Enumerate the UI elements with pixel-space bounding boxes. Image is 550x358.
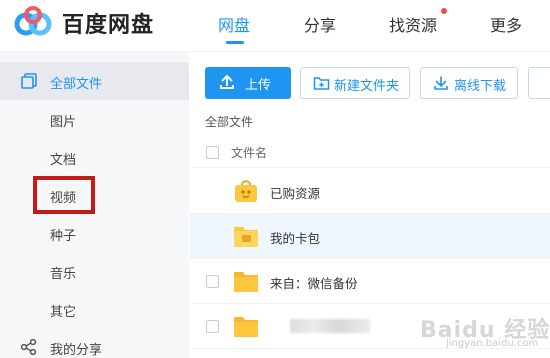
watermark-url: jingyan.baidu.com [446,338,539,349]
notification-dot [441,8,447,14]
sidebar-item-label: 全部文件 [50,77,103,92]
sidebar-item-label: 音乐 [50,267,77,282]
new-folder-label: 新建文件夹 [334,79,400,94]
folder-icon [234,272,258,292]
breadcrumb[interactable]: 全部文件 [205,113,253,130]
row-checkbox[interactable] [206,320,219,333]
sidebar-item-images[interactable]: 图片 [0,100,189,138]
blurred-file-name [290,319,370,333]
files-icon [21,73,37,89]
file-name[interactable]: 已购资源 [270,183,320,202]
file-list-header: 文件名 [190,138,550,168]
download-icon [434,76,448,90]
sidebar-item-my-shares[interactable]: 我的分享 [0,328,189,358]
file-row-purchased[interactable]: 已购资源 [190,169,550,214]
nav-tab-find-resources[interactable]: 找资源 [389,12,437,36]
upload-label: 上传 [245,78,272,93]
baidu-netdisk-logo[interactable] [12,6,54,38]
card-folder-icon [234,227,258,247]
nav-tab-share[interactable]: 分享 [304,12,336,36]
column-filename[interactable]: 文件名 [231,144,267,161]
sidebar-item-music[interactable]: 音乐 [0,252,189,290]
sidebar-item-label: 其它 [50,305,77,320]
sidebar-item-documents[interactable]: 文档 [0,138,189,176]
upload-icon [220,75,234,89]
row-checkbox[interactable] [206,275,219,288]
offline-download-label: 离线下载 [454,79,507,94]
sidebar-item-label: 我的分享 [50,343,103,358]
sidebar-item-label: 种子 [50,229,77,244]
active-tab-indicator [226,41,244,44]
offline-download-button[interactable]: 离线下载 [420,67,518,99]
file-name[interactable]: 我的卡包 [270,228,320,247]
more-toolbar-button[interactable] [528,67,550,99]
nav-tab-netdisk[interactable]: 网盘 [218,12,250,36]
sidebar-item-label: 图片 [50,115,77,130]
upload-button[interactable]: 上传 [205,67,291,99]
sidebar-item-torrents[interactable]: 种子 [0,214,189,252]
folder-icon [234,317,258,337]
sidebar-item-all-files[interactable]: 全部文件 [0,62,189,100]
top-bar: 百度网盘 网盘 分享 找资源 更多 [0,0,550,52]
sidebar-item-label: 文档 [50,153,77,168]
new-folder-button[interactable]: 新建文件夹 [300,67,410,99]
sidebar-item-other[interactable]: 其它 [0,290,189,328]
share-icon [20,339,37,355]
file-row-wechat-backup[interactable]: 来自：微信备份 [190,259,550,304]
new-folder-icon [313,77,330,90]
app-brand[interactable]: 百度网盘 [62,7,154,39]
file-row-my-cards[interactable]: 我的卡包 [190,214,550,259]
video-highlight-frame [33,176,95,214]
file-name[interactable]: 来自：微信备份 [270,273,358,292]
select-all-checkbox[interactable] [206,146,219,159]
bag-icon [235,180,257,202]
nav-tab-more[interactable]: 更多 [490,12,522,36]
